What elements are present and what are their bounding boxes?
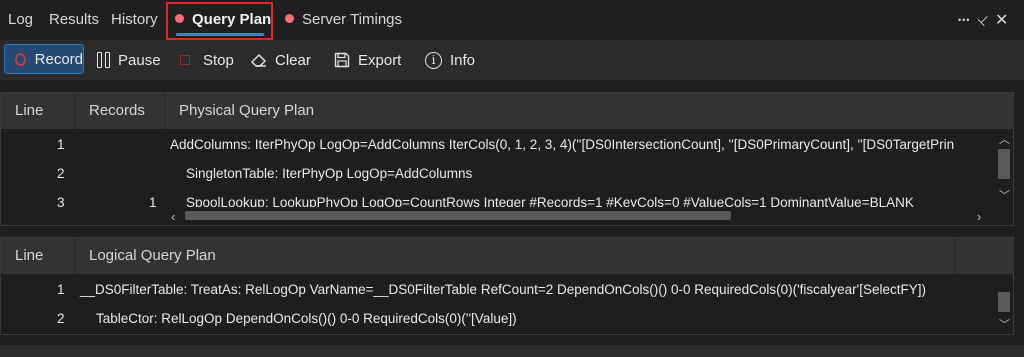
- more-options-icon[interactable]: •••: [958, 15, 970, 25]
- pause-icon: [97, 52, 110, 68]
- table-row[interactable]: 1 __DS0FilterTable: TreatAs: RelLogOp Va…: [1, 276, 991, 304]
- column-header-line[interactable]: Line: [1, 238, 75, 274]
- plan-cell: AddColumns: IterPhyOp LogOp=AddColumns I…: [170, 137, 955, 152]
- eraser-icon: [250, 53, 267, 67]
- tab-bar: Log Results History Query Plan Server Ti…: [0, 0, 1024, 40]
- pin-icon[interactable]: ⊥: [974, 10, 994, 29]
- recording-dot-icon: [285, 14, 294, 23]
- stop-label: Stop: [203, 51, 234, 69]
- column-header-line[interactable]: Line: [1, 93, 75, 129]
- close-icon[interactable]: ✕: [995, 10, 1008, 30]
- stop-button[interactable]: Stop: [180, 46, 234, 74]
- table-row[interactable]: 2 SingletonTable: IterPhyOp LogOp=AddCol…: [1, 160, 991, 188]
- table-row[interactable]: 1 AddColumns: IterPhyOp LogOp=AddColumns…: [1, 131, 991, 159]
- table-row[interactable]: 2 TableCtor: RelLogOp DependOnCols()() 0…: [1, 305, 991, 333]
- line-cell: 2: [57, 311, 65, 326]
- records-cell: 1: [149, 195, 157, 207]
- column-header-physical-query-plan[interactable]: Physical Query Plan: [165, 93, 1013, 129]
- pause-button[interactable]: Pause: [97, 46, 161, 74]
- active-tab-indicator: [176, 33, 264, 36]
- vertical-scrollbar[interactable]: ﹀: [995, 274, 1013, 334]
- horizontal-scroll-thumb[interactable]: [185, 211, 731, 220]
- line-cell: 3: [57, 195, 65, 207]
- tab-server-timings[interactable]: Server Timings: [285, 11, 402, 28]
- vertical-scroll-thumb[interactable]: [998, 292, 1010, 312]
- scroll-right-icon[interactable]: ›: [977, 209, 981, 224]
- vertical-scroll-thumb[interactable]: [998, 149, 1010, 179]
- line-cell: 1: [57, 282, 65, 297]
- clear-button[interactable]: Clear: [250, 46, 311, 74]
- horizontal-scrollbar[interactable]: ‹ ›: [165, 207, 991, 225]
- scroll-down-icon[interactable]: ﹀: [999, 316, 1010, 332]
- status-strip: [0, 345, 1024, 357]
- logical-query-plan-panel: Line Logical Query Plan 1 __DS0FilterTab…: [0, 237, 1014, 335]
- logical-plan-header: Line Logical Query Plan: [1, 238, 1013, 274]
- record-label: Record: [34, 50, 83, 68]
- tab-server-timings-label: Server Timings: [302, 11, 403, 28]
- pause-label: Pause: [118, 51, 161, 69]
- table-row[interactable]: 3 1 SpoolLookup: LookupPhyOp LogOp=Count…: [1, 189, 991, 207]
- recording-dot-icon: [175, 14, 184, 23]
- info-label: Info: [450, 51, 476, 69]
- plan-cell: SingletonTable: IterPhyOp LogOp=AddColum…: [186, 166, 473, 181]
- scroll-up-icon[interactable]: ︿: [999, 131, 1010, 147]
- line-cell: 2: [57, 166, 65, 181]
- physical-query-plan-panel: Line Records Physical Query Plan 1 AddCo…: [0, 92, 1014, 226]
- info-icon: i: [425, 51, 442, 69]
- physical-plan-header: Line Records Physical Query Plan: [1, 93, 1013, 129]
- scroll-down-icon[interactable]: ﹀: [999, 187, 1010, 203]
- column-header-logical-query-plan[interactable]: Logical Query Plan: [75, 238, 955, 274]
- plan-cell: TableCtor: RelLogOp DependOnCols()() 0-0…: [96, 311, 517, 326]
- line-cell: 1: [57, 137, 65, 152]
- vertical-scrollbar[interactable]: ︿ ﹀: [995, 129, 1013, 225]
- tab-history[interactable]: History: [111, 11, 158, 28]
- plan-cell: __DS0FilterTable: TreatAs: RelLogOp VarN…: [80, 282, 927, 297]
- plan-cell: SpoolLookup: LookupPhyOp LogOp=CountRows…: [186, 195, 914, 207]
- tab-results[interactable]: Results: [49, 11, 99, 28]
- stop-icon: [180, 55, 190, 65]
- tab-query-plan-label: Query Plan: [192, 11, 272, 28]
- scroll-left-icon[interactable]: ‹: [171, 209, 175, 224]
- toolbar: Record Pause Stop Clear Export i Info: [0, 40, 1024, 80]
- clear-label: Clear: [275, 51, 311, 69]
- tab-log[interactable]: Log: [8, 11, 33, 28]
- export-button[interactable]: Export: [334, 46, 401, 74]
- tab-query-plan[interactable]: Query Plan: [175, 11, 271, 28]
- column-header-records[interactable]: Records: [75, 93, 165, 129]
- record-icon: [15, 52, 26, 66]
- export-label: Export: [358, 51, 402, 69]
- save-icon: [334, 52, 350, 68]
- info-button[interactable]: i Info: [425, 46, 475, 74]
- record-button[interactable]: Record: [4, 44, 84, 74]
